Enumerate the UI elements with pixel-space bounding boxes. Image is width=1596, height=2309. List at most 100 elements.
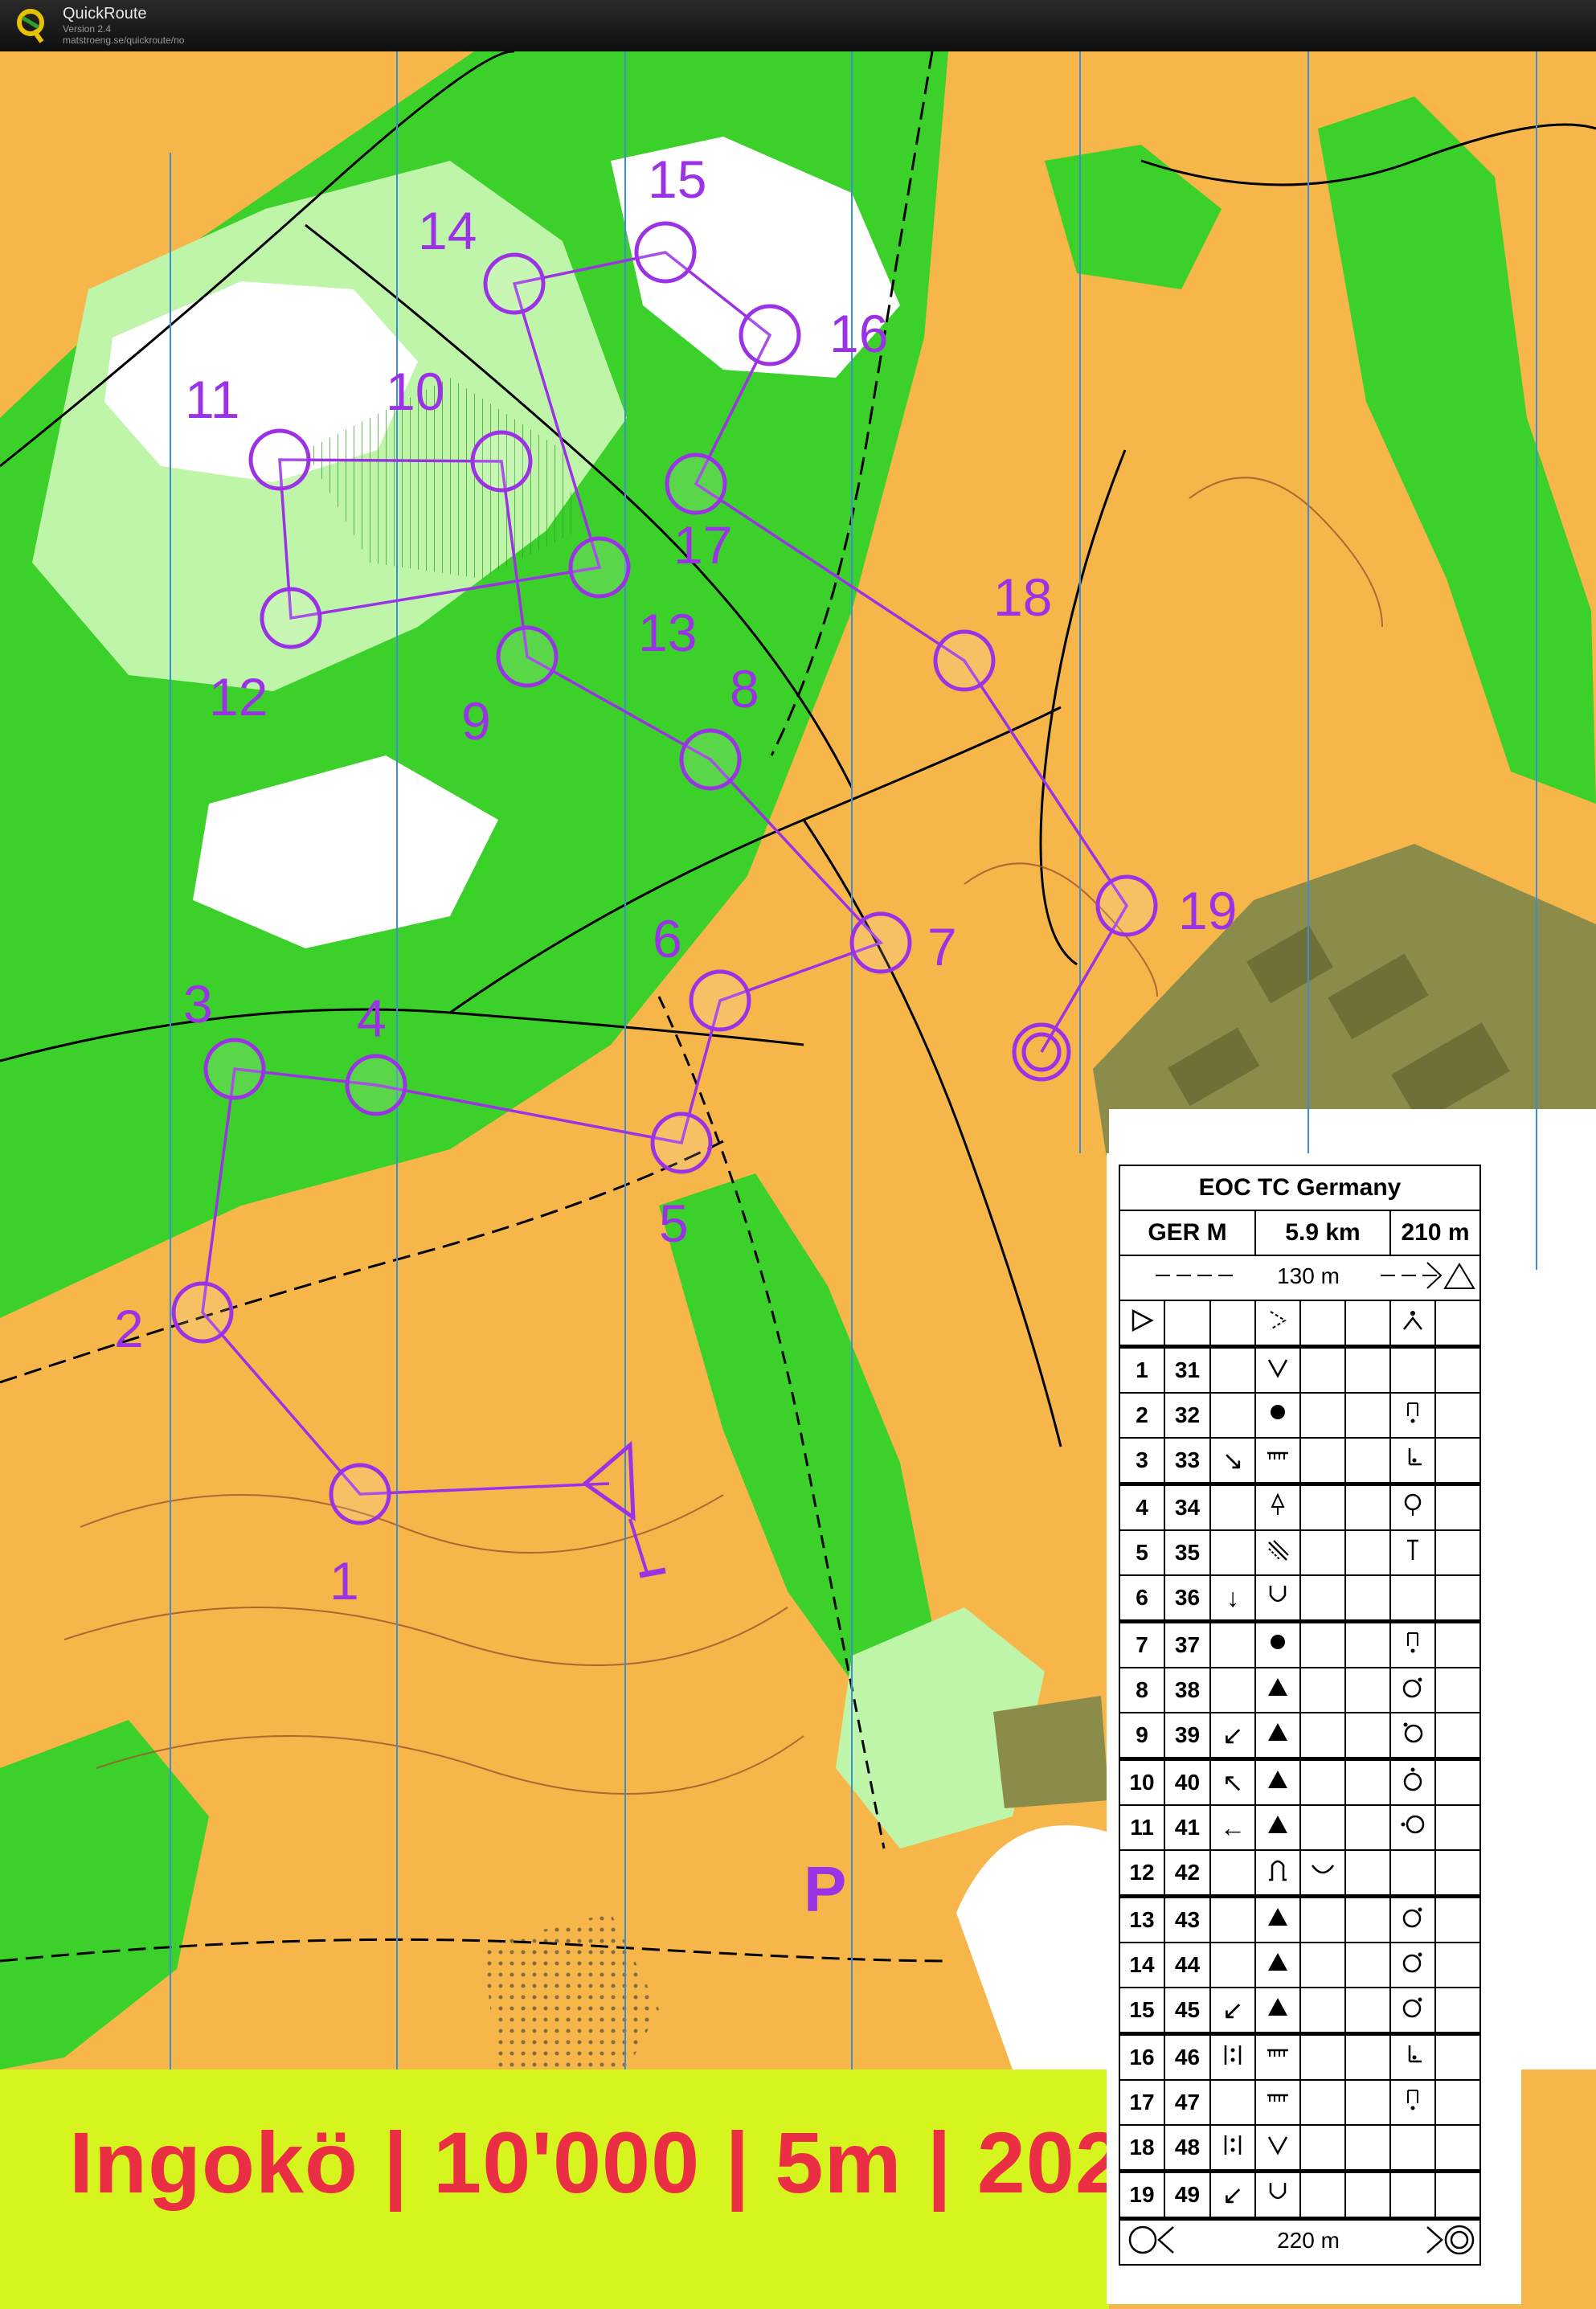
control-description-row: 8 38 [1119, 1667, 1481, 1713]
control-feature [1254, 1712, 1301, 1760]
taped-route-start-icon: 130 m [1155, 1261, 1475, 1289]
control-feature [1254, 1667, 1301, 1713]
control-number: 14 [1119, 1942, 1165, 1988]
nw-part-icon [1403, 1722, 1423, 1743]
which-feature [1209, 1619, 1256, 1668]
control-description-row: 19 49 ↙ [1119, 2169, 1481, 2220]
which-feature: ↙ [1209, 1987, 1256, 2035]
control-label-3: 3 [183, 974, 213, 1034]
control-code: 37 [1164, 1619, 1211, 1668]
which-feature [1209, 1849, 1256, 1898]
dimensions [1344, 1392, 1391, 1439]
control-number: 18 [1119, 2124, 1165, 2172]
feature-appearance [1299, 1574, 1346, 1623]
control-description-row: 12 42 [1119, 1849, 1481, 1898]
other-info [1434, 1619, 1481, 1668]
top-icon [1407, 1539, 1418, 1560]
depression-icon [1267, 1359, 1288, 1378]
foot-icon [1407, 2085, 1418, 2110]
location-of-flag [1389, 1804, 1436, 1851]
between-icon [1224, 2135, 1242, 2155]
control-label-12: 12 [209, 667, 268, 727]
which-feature [1209, 2079, 1256, 2126]
location-of-flag [1389, 1894, 1436, 1943]
other-info [1434, 1667, 1481, 1713]
feature-appearance [1299, 2032, 1346, 2081]
control-number: 5 [1119, 1529, 1165, 1576]
control-number: 4 [1119, 1482, 1165, 1531]
control-circle-5 [650, 1112, 713, 1174]
quickroute-logo-icon [17, 9, 44, 43]
control-description-row: 15 45 ↙ [1119, 1987, 1481, 2035]
other-info [1434, 2032, 1481, 2081]
control-description-row: 5 35 [1119, 1529, 1481, 1576]
control-number: 6 [1119, 1574, 1165, 1623]
control-code: 41 [1164, 1804, 1211, 1851]
ne-part-icon [1402, 1677, 1422, 1698]
boulder-icon [1271, 1405, 1285, 1419]
control-number: 15 [1119, 1987, 1165, 2035]
location-of-flag [1389, 1345, 1436, 1394]
which-feature: ↘ [1209, 1437, 1256, 1485]
bush-icon [1404, 1493, 1422, 1516]
which-feature [1209, 1529, 1256, 1576]
control-number: 10 [1119, 1757, 1165, 1806]
app-name: QuickRoute [63, 5, 147, 23]
control-code: 46 [1164, 2032, 1211, 2081]
other-info [1434, 1345, 1481, 1394]
control-circle-13 [568, 536, 631, 599]
other-info [1434, 1804, 1481, 1851]
feature-appearance [1299, 1619, 1346, 1668]
cliff-icon [1267, 2094, 1288, 2102]
control-feature [1254, 1849, 1301, 1898]
control-label-7: 7 [927, 917, 957, 976]
dimensions [1344, 1482, 1391, 1531]
control-number: 7 [1119, 1619, 1165, 1668]
control-label-19: 19 [1178, 881, 1237, 940]
control-label-16: 16 [829, 304, 888, 363]
control-code: 42 [1164, 1849, 1211, 1898]
dimensions [1344, 1529, 1391, 1576]
feature-appearance [1299, 1712, 1346, 1760]
taped-route-finish-icon: 220 m [1128, 2225, 1474, 2254]
control-feature [1254, 1942, 1301, 1988]
rock-pillar-icon [1268, 1953, 1287, 1971]
other-info [1434, 1987, 1481, 2035]
control-description-row: 1 31 [1119, 1345, 1481, 1394]
dimensions [1344, 1619, 1391, 1668]
location-of-flag [1389, 2169, 1436, 2220]
control-label-17: 17 [673, 515, 732, 575]
which-feature: ↙ [1209, 1712, 1256, 1760]
other-info [1434, 2124, 1481, 2172]
start-location-icon [1389, 1300, 1436, 1348]
taped-finish-row: 220 m [1119, 2217, 1481, 2266]
dimensions [1344, 1987, 1391, 2035]
control-description-row: 11 41 ← [1119, 1804, 1481, 1851]
control-feature [1254, 1345, 1301, 1394]
location-of-flag [1389, 2079, 1436, 2126]
control-code: 47 [1164, 2079, 1211, 2126]
feature-appearance [1299, 1987, 1346, 2035]
control-code: 33 [1164, 1437, 1211, 1485]
control-circle-1 [329, 1463, 391, 1525]
location-of-flag [1389, 1482, 1436, 1531]
course-length: 5.9 km [1254, 1210, 1391, 1256]
control-number: 8 [1119, 1667, 1165, 1713]
control-label-9: 9 [461, 691, 491, 751]
feature-appearance [1299, 1529, 1346, 1576]
other-info [1434, 1437, 1481, 1485]
control-label-6: 6 [653, 909, 682, 968]
app-url: matstroeng.se/quickroute/no [63, 35, 185, 46]
control-label-18: 18 [993, 567, 1052, 627]
feature-appearance [1299, 1345, 1346, 1394]
dimensions [1344, 1757, 1391, 1806]
dimensions [1344, 1804, 1391, 1851]
control-circle-10 [470, 430, 533, 493]
svg-text:130 m: 130 m [1277, 1263, 1340, 1288]
control-code: 44 [1164, 1942, 1211, 1988]
n-part-icon [1403, 1767, 1422, 1791]
control-number: 9 [1119, 1712, 1165, 1760]
control-label-8: 8 [730, 659, 759, 718]
control-circle-4 [345, 1054, 407, 1116]
location-of-flag [1389, 2032, 1436, 2081]
